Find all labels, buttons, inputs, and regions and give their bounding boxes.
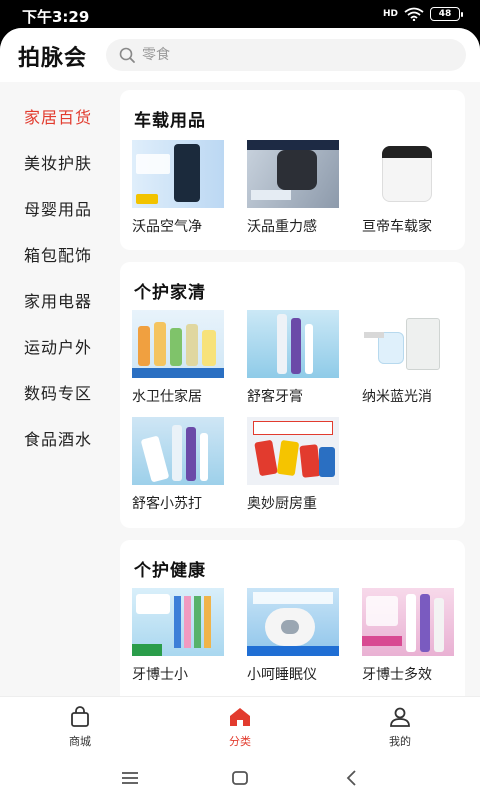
product-image <box>247 310 339 378</box>
product-image <box>132 417 224 485</box>
search-icon <box>119 47 135 63</box>
tab-category[interactable]: 分类 <box>190 697 290 756</box>
product-image <box>247 417 339 485</box>
section-card-car: 车载用品 沃品空气净 沃品重力感 亘帝车载家 <box>120 90 465 250</box>
status-time: 下午3:29 <box>22 8 90 26</box>
tab-mall[interactable]: 商城 <box>30 697 130 756</box>
sidebar-item-appliances[interactable]: 家用电器 <box>24 288 92 312</box>
menu-icon[interactable] <box>120 768 140 788</box>
product-name: 小呵睡眠仪 <box>247 667 317 683</box>
product-item[interactable]: 小呵睡眠仪 <box>247 588 347 684</box>
product-name: 奥妙厨房重 <box>247 496 317 512</box>
section-title: 车载用品 <box>134 111 206 131</box>
header: 拍脉会 <box>0 28 480 82</box>
section-title: 个护家清 <box>134 283 206 303</box>
product-item[interactable]: 纳米蓝光消 <box>362 310 462 406</box>
bottom-tabbar: 商城 分类 我的 <box>0 696 480 756</box>
product-image <box>247 140 339 208</box>
product-name: 纳米蓝光消 <box>362 389 432 405</box>
sidebar-item-home-goods[interactable]: 家居百货 <box>24 104 92 128</box>
wifi-icon <box>404 7 424 21</box>
back-icon[interactable] <box>342 768 362 788</box>
product-image <box>247 588 339 656</box>
tab-profile[interactable]: 我的 <box>350 697 450 756</box>
tab-label: 我的 <box>389 735 411 748</box>
brand-title: 拍脉会 <box>18 46 88 71</box>
product-item[interactable]: 沃品空气净 <box>132 140 232 236</box>
sidebar-item-sports[interactable]: 运动户外 <box>24 334 92 358</box>
product-name: 沃品空气净 <box>132 219 202 235</box>
home-icon <box>230 708 250 726</box>
sidebar-item-food-drink[interactable]: 食品酒水 <box>24 426 92 450</box>
category-sidebar: 家居百货 美妆护肤 母婴用品 箱包配饰 家用电器 运动户外 数码专区 食品酒水 <box>0 82 112 702</box>
product-name: 水卫仕家居 <box>132 389 202 405</box>
battery-icon: 48 <box>430 7 463 21</box>
status-bar: 下午3:29 HD 48 <box>0 0 480 28</box>
app-window: 拍脉会 家居百货 美妆护肤 母婴用品 箱包配饰 家用电器 运动户外 数码专区 食… <box>0 28 480 756</box>
system-navbar <box>0 756 480 800</box>
product-image <box>362 588 454 656</box>
search-input[interactable] <box>142 39 442 71</box>
product-image <box>132 588 224 656</box>
product-item[interactable]: 奥妙厨房重 <box>247 417 347 513</box>
product-item[interactable]: 舒客牙膏 <box>247 310 347 406</box>
tab-label: 商城 <box>69 735 91 748</box>
sidebar-item-bags[interactable]: 箱包配饰 <box>24 242 92 266</box>
tab-label: 分类 <box>229 735 251 748</box>
sidebar-item-mother-baby[interactable]: 母婴用品 <box>24 196 92 220</box>
search-bar[interactable] <box>106 39 466 71</box>
product-item[interactable]: 水卫仕家居 <box>132 310 232 406</box>
product-name: 牙博士小 <box>132 667 188 683</box>
status-icons: HD 48 <box>382 7 463 21</box>
product-image <box>132 140 224 208</box>
signal-icon: HD <box>382 9 398 19</box>
product-name: 牙博士多效 <box>362 667 432 683</box>
product-name: 亘帝车载家 <box>362 219 432 235</box>
product-image <box>362 140 454 208</box>
product-item[interactable]: 沃品重力感 <box>247 140 347 236</box>
section-title: 个护健康 <box>134 561 206 581</box>
bag-icon <box>71 706 89 727</box>
product-item[interactable]: 舒客小苏打 <box>132 417 232 513</box>
sidebar-item-digital[interactable]: 数码专区 <box>24 380 92 404</box>
product-item[interactable]: 亘帝车载家 <box>362 140 462 236</box>
category-content: 车载用品 沃品空气净 沃品重力感 亘帝车载家 个护家清 水卫仕家居 舒客牙膏 纳… <box>120 82 465 702</box>
section-card-personal-care: 个护家清 水卫仕家居 舒客牙膏 纳米蓝光消 舒客小苏打 奥妙厨房重 <box>120 262 465 528</box>
product-item[interactable]: 牙博士小 <box>132 588 232 684</box>
user-icon <box>390 707 410 727</box>
home-nav-icon[interactable] <box>230 768 250 788</box>
product-name: 沃品重力感 <box>247 219 317 235</box>
section-card-health: 个护健康 牙博士小 小呵睡眠仪 牙博士多效 <box>120 540 465 702</box>
product-image <box>132 310 224 378</box>
sidebar-item-beauty[interactable]: 美妆护肤 <box>24 150 92 174</box>
battery-level: 48 <box>438 9 452 19</box>
product-name: 舒客牙膏 <box>247 389 303 405</box>
product-image <box>362 310 454 378</box>
product-item[interactable]: 牙博士多效 <box>362 588 462 684</box>
product-name: 舒客小苏打 <box>132 496 202 512</box>
